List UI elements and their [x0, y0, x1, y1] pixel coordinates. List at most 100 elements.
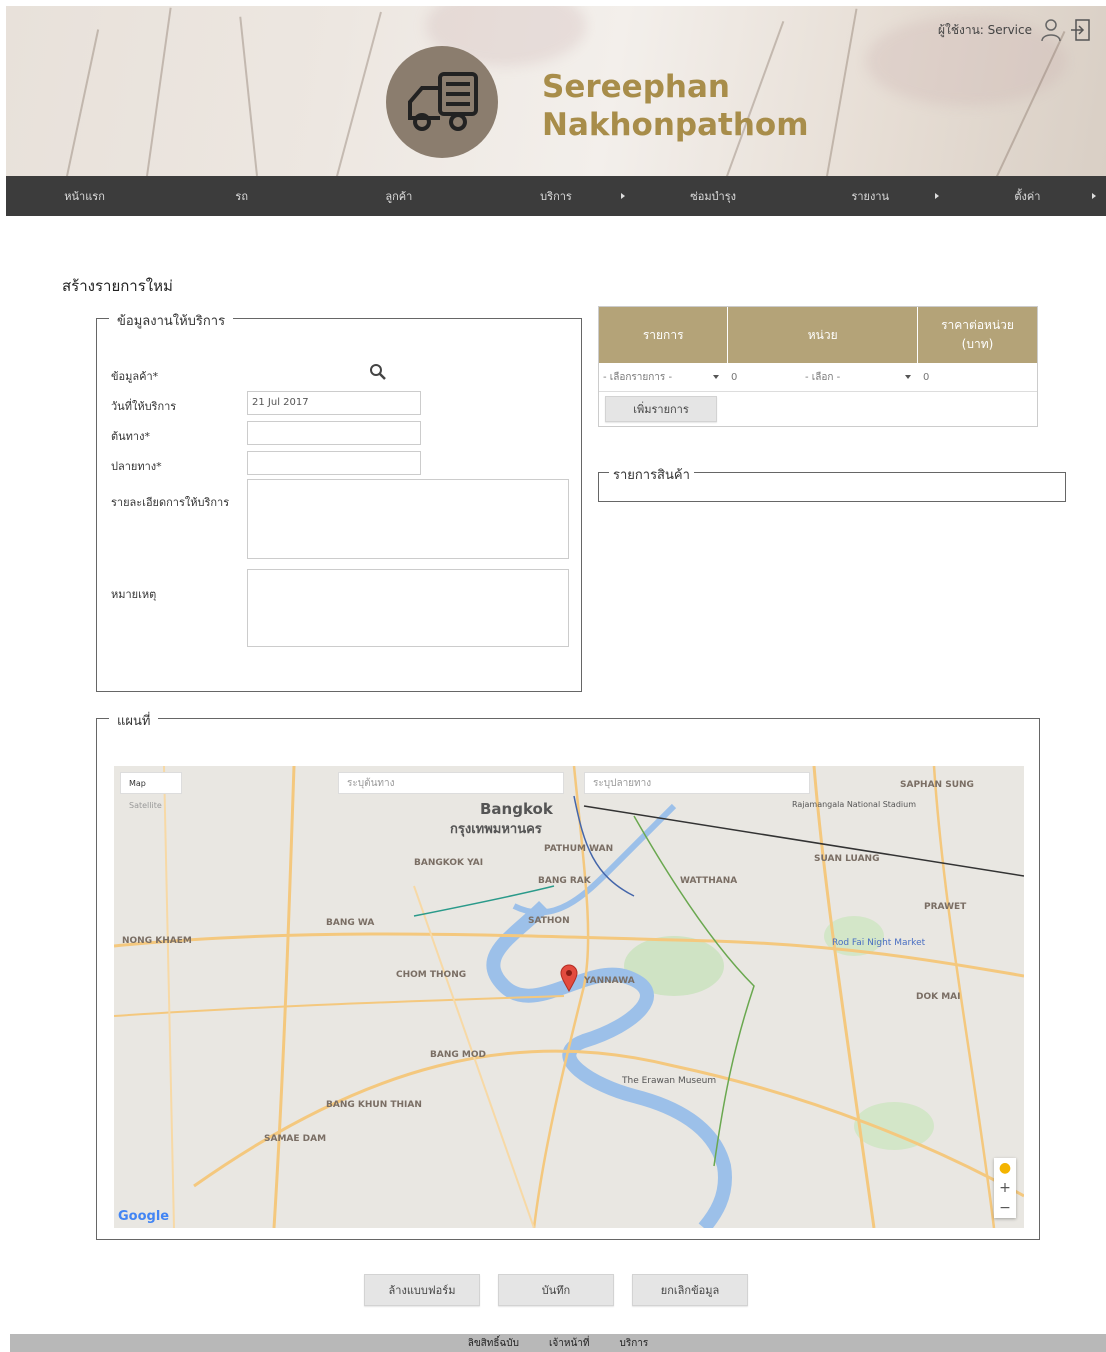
nav-label: ซ่อมบำรุง [690, 190, 737, 203]
map-district: SAMAE DAM [264, 1134, 327, 1144]
details-label: รายละเอียดการให้บริการ [111, 496, 230, 509]
nav-item-service[interactable]: บริการ [477, 176, 634, 216]
map-type-toggle[interactable]: Map Satellite [120, 772, 182, 810]
map-district: WATTHANA [680, 876, 738, 886]
main-nav: หน้าแรก รถ ลูกค้า บริการ ซ่อมบำรุง รายงา… [6, 176, 1106, 216]
nav-label: บริการ [540, 190, 572, 203]
map-district: CHOM THONG [396, 970, 467, 980]
chevron-down-icon [905, 375, 911, 379]
brand-line1: Sereephan [542, 69, 730, 105]
header-item: รายการ [599, 307, 729, 363]
table-header: รายการ หน่วย ราคาต่อหน่วย (บาท) [599, 307, 1037, 363]
unit-select-value: - เลือก - [805, 371, 841, 383]
logout-icon[interactable] [1070, 18, 1092, 42]
map-origin-input[interactable]: ระบุต้นทาง [338, 772, 564, 794]
details-textarea[interactable] [247, 479, 569, 559]
footer: ลิขสิทธิ์ฉบับ เจ้าหน้าที่ บริการ [10, 1334, 1106, 1352]
nav-item-settings[interactable]: ตั้งค่า [949, 176, 1106, 216]
map-roads [114, 766, 1024, 1228]
destination-input[interactable] [247, 451, 421, 475]
map-district: SUAN LUANG [814, 854, 880, 864]
map-district: PATHUM WAN [544, 844, 614, 854]
map-district: YANNAWA [584, 976, 635, 986]
map-poi: Rajamangala National Stadium [792, 800, 916, 809]
map-district: BANGKOK YAI [414, 858, 484, 868]
map-pin-icon[interactable] [560, 964, 578, 996]
nav-item-car[interactable]: รถ [163, 176, 320, 216]
map-type-map[interactable]: Map [129, 779, 146, 788]
note-label: หมายเหตุ [111, 588, 157, 601]
map-poi: Rod Fai Night Market [832, 938, 926, 948]
google-logo: Google [118, 1209, 170, 1224]
footer-item: บริการ [619, 1337, 649, 1349]
map-district: DOK MAI [916, 992, 961, 1002]
service-info-fieldset: ข้อมูลงานให้บริการ ข้อมูลค้า* วันที่ให้บ… [96, 310, 582, 692]
map-district: PRAWET [924, 902, 967, 912]
save-button[interactable]: บันทึก [498, 1274, 614, 1306]
nav-item-maintenance[interactable]: ซ่อมบำรุง [635, 176, 792, 216]
nav-label: รายงาน [851, 190, 890, 203]
customer-label: ข้อมูลค้า* [111, 370, 159, 383]
caret-right-icon [620, 193, 625, 199]
map-legend: แผนที่ [109, 710, 159, 731]
map-district: NONG KHAEM [122, 936, 192, 946]
item-select[interactable]: - เลือกรายการ - [599, 367, 725, 387]
nav-item-report[interactable]: รายงาน [792, 176, 949, 216]
map-city-th: กรุงเทพมหานคร [450, 822, 542, 837]
add-row-area: เพิ่มรายการ [599, 392, 1037, 426]
footer-item: เจ้าหน้าที่ [548, 1337, 590, 1349]
zoom-out-icon[interactable]: − [999, 1200, 1011, 1216]
origin-label: ต้นทาง* [111, 430, 150, 443]
products-legend: รายการสินค้า [609, 464, 694, 485]
user-box: ผู้ใช้งาน: Service [938, 18, 1092, 42]
map-district: SATHON [528, 916, 570, 926]
truck-logo-icon [386, 46, 498, 158]
map-destination-input[interactable]: ระบุปลายทาง [584, 772, 810, 794]
nav-label: รถ [235, 190, 248, 203]
map-view[interactable]: Map Satellite ระบุต้นทาง ระบุปลายทาง Ban… [114, 766, 1024, 1228]
note-textarea[interactable] [247, 569, 569, 647]
products-fieldset: รายการสินค้า [598, 464, 1066, 502]
qty-input[interactable]: 0 [725, 372, 801, 383]
header-unit: หน่วย [728, 307, 919, 363]
item-select-value: - เลือกรายการ - [603, 371, 673, 383]
footer-item: ลิขสิทธิ์ฉบับ [467, 1337, 519, 1349]
map-district: BANG KHUN THIAN [326, 1100, 422, 1110]
unit-select[interactable]: - เลือก - [801, 367, 917, 387]
service-info-legend: ข้อมูลงานให้บริการ [109, 310, 234, 331]
nav-item-home[interactable]: หน้าแรก [6, 176, 163, 216]
caret-right-icon [934, 193, 939, 199]
header-banner: Sereephan Nakhonpathom ผู้ใช้งาน: Servic… [6, 6, 1106, 176]
map-district: BANG MOD [430, 1050, 486, 1060]
user-icon[interactable] [1040, 18, 1062, 42]
cancel-button[interactable]: ยกเลิกข้อมูล [632, 1274, 748, 1306]
map-district: BANG WA [326, 918, 375, 928]
destination-label: ปลายทาง* [111, 460, 162, 473]
brand-name: Sereephan Nakhonpathom [542, 68, 809, 144]
map-poi: The Erawan Museum [622, 1076, 717, 1086]
header-price: ราคาต่อหน่วย (บาท) [941, 318, 1014, 351]
table-row: - เลือกรายการ - 0 - เลือก - 0 [599, 363, 1037, 392]
caret-right-icon [1091, 193, 1096, 199]
price-input[interactable]: 0 [917, 372, 1033, 383]
zoom-in-icon[interactable]: + [999, 1180, 1011, 1196]
add-item-button[interactable]: เพิ่มรายการ [605, 396, 717, 422]
reset-button[interactable]: ล้างแบบฟอร์ม [364, 1274, 480, 1306]
map-district: SAPHAN SUNG [900, 780, 974, 790]
brand-line2: Nakhonpathom [542, 107, 809, 143]
items-table: รายการ หน่วย ราคาต่อหน่วย (บาท) - เลือกร… [598, 306, 1038, 427]
map-district: BANG RAK [538, 876, 591, 886]
origin-input[interactable] [247, 421, 421, 445]
nav-item-customer[interactable]: ลูกค้า [320, 176, 477, 216]
search-icon[interactable] [369, 363, 387, 385]
map-city-en: Bangkok [480, 800, 553, 818]
map-type-satellite[interactable]: Satellite [129, 801, 162, 810]
nav-label: ลูกค้า [385, 190, 413, 203]
nav-label: ตั้งค่า [1014, 190, 1041, 203]
date-input[interactable]: 21 Jul 2017 [247, 391, 421, 415]
map-zoom-control: ● + − [994, 1158, 1016, 1218]
user-label: ผู้ใช้งาน: Service [937, 22, 1032, 37]
date-label: วันที่ให้บริการ [111, 400, 177, 413]
chevron-down-icon [713, 375, 719, 379]
pegman-icon[interactable]: ● [999, 1160, 1011, 1176]
